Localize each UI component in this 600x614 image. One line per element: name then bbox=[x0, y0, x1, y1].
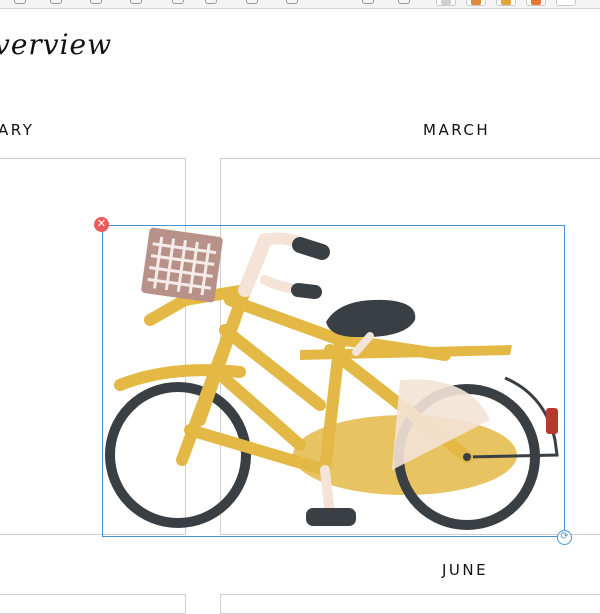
rotate-icon[interactable]: ⟳ bbox=[557, 530, 572, 545]
image-selection-frame[interactable] bbox=[102, 225, 565, 537]
close-icon[interactable]: ✕ bbox=[94, 217, 109, 232]
